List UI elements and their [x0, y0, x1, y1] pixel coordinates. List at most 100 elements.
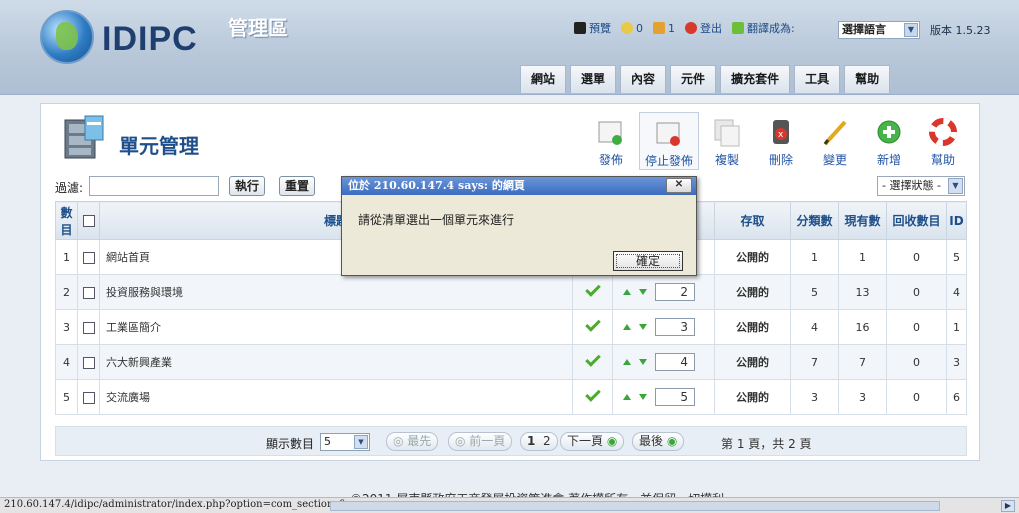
new-label: 新增 [876, 153, 901, 167]
row-checkbox[interactable] [82, 286, 95, 299]
row-categories: 1 [790, 239, 839, 275]
menu-help[interactable]: 幫助 [844, 65, 891, 93]
row-id: 1 [946, 309, 967, 345]
filter-reset-button[interactable]: 重置 [279, 176, 316, 196]
status-url: 210.60.147.4/idipc/administrator/index.p… [4, 499, 363, 510]
dialog-titlebar: 位於 210.60.147.4 says: 的網頁 ✕ [342, 177, 696, 195]
row-access-link[interactable]: 公開的 [714, 309, 791, 345]
select-all-checkbox[interactable] [82, 215, 95, 227]
order-input[interactable]: 4 [655, 353, 695, 371]
new-button[interactable]: 新增 [863, 112, 915, 170]
move-up-icon[interactable] [623, 359, 631, 365]
move-down-icon[interactable] [639, 289, 647, 295]
published-check-icon[interactable] [584, 350, 601, 367]
row-title-link[interactable]: 工業區簡介 [99, 309, 573, 345]
row-categories: 3 [790, 379, 839, 415]
row-order: 5 [612, 379, 715, 415]
order-input[interactable]: 5 [655, 388, 695, 406]
page-info: 第 1 頁，共 2 頁 [721, 437, 812, 451]
table-row: 5 交流廣場 5 公開的 3 3 0 6 [55, 379, 967, 415]
menu-menus[interactable]: 選單 [570, 65, 617, 93]
move-down-icon[interactable] [639, 324, 647, 330]
row-title-link[interactable]: 六大新興產業 [99, 344, 573, 380]
filter-input[interactable] [89, 176, 219, 196]
row-title-link[interactable]: 投資服務與環境 [99, 274, 573, 310]
pager-page-2[interactable]: 2 [543, 434, 551, 448]
row-checkbox-cell [77, 344, 100, 380]
order-input[interactable]: 2 [655, 283, 695, 301]
pager-end-button[interactable]: 最後 ◉ [632, 432, 685, 451]
copy-button[interactable]: 複製 [701, 112, 753, 170]
messages-count[interactable]: 0 [621, 22, 643, 35]
row-published [572, 344, 613, 380]
row-access-link[interactable]: 公開的 [714, 379, 791, 415]
delete-button[interactable]: x 刪除 [755, 112, 807, 170]
row-access-link[interactable]: 公開的 [714, 344, 791, 380]
pager-page-1-label: 1 [527, 434, 536, 448]
col-id[interactable]: ID [946, 201, 967, 240]
pager-next-button[interactable]: 下一頁 ◉ [560, 432, 625, 451]
row-active: 7 [838, 344, 887, 380]
display-num-value: 5 [324, 435, 331, 448]
move-down-icon[interactable] [639, 394, 647, 400]
messages-value: 0 [636, 21, 643, 35]
language-select[interactable]: 選擇語言 ▼ [838, 21, 920, 39]
horizontal-scrollbar[interactable] [330, 501, 940, 511]
move-up-icon[interactable] [623, 394, 631, 400]
next-icon: ◉ [606, 434, 618, 448]
pager-end-label: 最後 [639, 434, 664, 448]
preview-link[interactable]: 預覽 [574, 20, 611, 36]
row-checkbox-cell [77, 239, 100, 275]
menu-site[interactable]: 網站 [520, 65, 567, 93]
display-num-select[interactable]: 5 ▼ [320, 433, 370, 451]
col-access[interactable]: 存取 [714, 201, 791, 240]
logout-link[interactable]: 登出 [685, 20, 722, 36]
row-title-link[interactable]: 交流廣場 [99, 379, 573, 415]
col-categories: 分類數 [790, 201, 839, 240]
ok-button[interactable]: 確定 [613, 251, 683, 271]
unpublish-button[interactable]: 停止發佈 [639, 112, 699, 170]
row-access-link[interactable]: 公開的 [714, 274, 791, 310]
row-order: 2 [612, 274, 715, 310]
menu-content[interactable]: 內容 [620, 65, 667, 93]
edit-button[interactable]: 變更 [809, 112, 861, 170]
table-row: 2 投資服務與環境 2 公開的 5 13 0 4 [55, 274, 967, 310]
language-value: 選擇語言 [842, 23, 886, 36]
menu-components[interactable]: 元件 [670, 65, 717, 93]
menu-tools[interactable]: 工具 [794, 65, 841, 93]
scroll-right-icon[interactable]: ▶ [1001, 500, 1015, 512]
published-check-icon[interactable] [584, 315, 601, 332]
filter-go-button[interactable]: 執行 [229, 176, 266, 196]
published-check-icon[interactable] [584, 280, 601, 297]
close-icon[interactable]: ✕ [666, 178, 692, 193]
row-checkbox[interactable] [82, 321, 95, 334]
row-checkbox[interactable] [82, 391, 95, 404]
table-row: 4 六大新興產業 4 公開的 7 7 0 3 [55, 344, 967, 380]
help-button[interactable]: 幫助 [917, 112, 969, 170]
published-check-icon[interactable] [584, 385, 601, 402]
translate-icon [732, 22, 744, 34]
row-trash: 0 [886, 309, 947, 345]
plus-icon [873, 116, 905, 148]
copy-label: 複製 [714, 153, 739, 167]
row-access-link[interactable]: 公開的 [714, 239, 791, 275]
content-panel: 單元管理 發佈 停止發佈 複製 x 刪除 變更 新增 幫助 過濾: 執行 重置 … [40, 103, 980, 461]
col-select-all [77, 201, 100, 240]
row-checkbox[interactable] [82, 251, 95, 264]
publish-button[interactable]: 發佈 [585, 112, 637, 170]
move-up-icon[interactable] [623, 289, 631, 295]
move-up-icon[interactable] [623, 324, 631, 330]
logout-label: 登出 [700, 22, 722, 35]
row-active: 1 [838, 239, 887, 275]
dialog-message: 請從清單選出一個單元來進行 [358, 213, 515, 227]
row-checkbox[interactable] [82, 356, 95, 369]
order-input[interactable]: 3 [655, 318, 695, 336]
row-active: 3 [838, 379, 887, 415]
row-order: 4 [612, 344, 715, 380]
chevron-down-icon: ▼ [354, 435, 368, 449]
browser-status-bar: 210.60.147.4/idipc/administrator/index.p… [0, 497, 1019, 513]
move-down-icon[interactable] [639, 359, 647, 365]
menu-extensions[interactable]: 擴充套件 [720, 65, 791, 93]
table-row: 3 工業區簡介 3 公開的 4 16 0 1 [55, 309, 967, 345]
state-filter-select[interactable]: - 選擇狀態 - ▼ [877, 176, 965, 196]
